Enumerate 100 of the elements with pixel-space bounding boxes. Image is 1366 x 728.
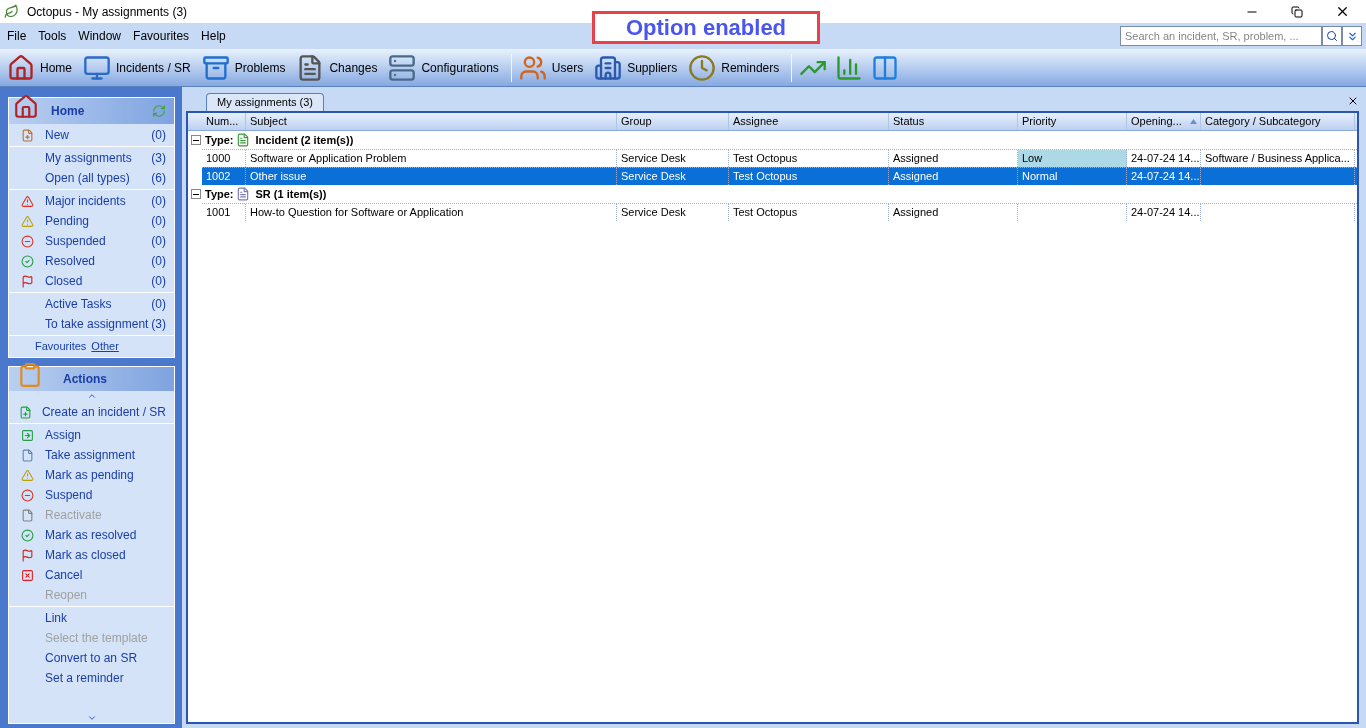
table-row[interactable]: 1002 Other issue Service Desk Test Octopus Assigned Normal 24-07-24 14... [202,167,1357,185]
column-header[interactable]: Num... [202,113,246,130]
sidebar-item[interactable]: Major incidents (0) [9,191,174,211]
table-cell-text: 24-07-24 14... [1131,205,1200,221]
document-tab[interactable]: My assignments (3) [206,93,324,111]
table-cell-text: Normal [1022,169,1058,185]
sidebar-item[interactable]: Suspended (0) [9,231,174,251]
panel-title: Actions [63,371,107,388]
sidebar-item[interactable]: Open (all types) (6) [9,168,174,188]
menu-item[interactable]: Window [75,27,125,45]
table-cell-text: 1000 [206,151,231,167]
column-header[interactable]: Opening... [1127,113,1201,130]
table-cell-text: How-to Question for Software or Application [250,205,464,221]
sidebar-item[interactable]: Create an incident / SR [9,402,174,422]
table-cell-text: Software or Application Problem [250,151,407,167]
toolbar-button[interactable]: Reminders [685,50,786,85]
group-name: SR (1 item(s)) [255,186,327,202]
home-icon [7,53,35,82]
check-icon [20,528,34,542]
clipboard-icon [17,362,43,388]
collapse-toggle[interactable] [191,135,201,145]
clock-icon [688,53,717,82]
toolbar-button[interactable]: Home [4,50,78,85]
sidebar-item[interactable]: Mark as resolved [9,525,174,545]
column-header[interactable]: Subject [246,113,617,130]
sidebar-item[interactable]: Link [9,608,174,628]
column-header[interactable]: Priority [1018,113,1127,130]
sidebar-item[interactable]: Mark as closed [9,545,174,565]
document-icon [235,133,250,147]
toolbar-button[interactable]: Changes [293,50,384,85]
collapse-toggle[interactable] [191,189,201,199]
column-header[interactable]: Status [889,113,1018,130]
expand-button[interactable] [1342,26,1362,46]
sidebar-item[interactable]: To take assignment (3) [9,314,174,334]
sidebar-item[interactable]: New (0) [9,125,174,145]
menu-item[interactable]: File [4,27,30,45]
sort-arrow-icon [1189,119,1197,124]
sidebar-item[interactable]: Cancel [9,565,174,585]
server-icon [388,53,417,82]
favourites-label: Favourites [35,339,87,355]
table-cell-text: 24-07-24 14... [1131,169,1200,185]
table-cell-text: 1001 [206,205,231,221]
sidebar-item[interactable]: Set a reminder [9,668,174,688]
close-icon[interactable] [1347,95,1359,107]
close-icon[interactable] [1335,4,1350,19]
toolbar-button[interactable]: Configurations [385,50,505,85]
window-title: Octopus - My assignments (3) [27,3,188,21]
column-header[interactable]: Assignee [729,113,889,130]
users-icon [518,53,547,82]
sidebar-item[interactable]: Resolved (0) [9,251,174,271]
table-cell-text: Test Octopus [733,151,798,167]
sidebar-item[interactable]: Mark as pending [9,465,174,485]
flag-icon [20,548,34,562]
sidebar-item[interactable]: Closed (0) [9,271,174,291]
toolbar-button[interactable]: Problems [198,50,292,85]
table-cell-text: Service Desk [621,151,686,167]
column-header[interactable]: Group [617,113,729,130]
building-icon [594,53,623,82]
sidebar-item[interactable]: Active Tasks (0) [9,294,174,314]
menu-item[interactable]: Tools [35,27,70,45]
sidebar-item[interactable]: My assignments (3) [9,148,174,168]
table-cell-text: Other issue [250,169,307,185]
toolbar-button[interactable]: Incidents / SR [80,50,197,85]
table-cell-text: Low [1022,151,1043,167]
menu-item[interactable]: Favourites [130,27,193,45]
toolbar-button[interactable]: Users [515,50,590,85]
table-row[interactable]: 1001 How-to Question for Software or Application Service Desk Test Octopus Assigned 24-07-24 14... [202,203,1357,221]
table-cell-text: 24-07-24 14... [1131,151,1200,167]
search-button[interactable] [1322,26,1342,46]
sidebar-item[interactable]: Take assignment [9,445,174,465]
table-cell-text: Test Octopus [733,169,798,185]
group-type-label: Type: [205,132,234,148]
table-cell-text: Service Desk [621,205,686,221]
stop-icon [20,234,34,248]
annotation-callout: Option enabled [592,11,820,44]
search-field[interactable]: Search an incident, SR, problem, ... [1120,26,1322,46]
panel-title: Home [51,103,86,120]
menu-item[interactable]: Help [198,27,229,45]
check-icon [20,254,34,268]
scroll-up-icon[interactable] [86,391,97,401]
restore-icon[interactable] [1291,5,1303,18]
app-logo-icon [4,4,19,19]
table-cell-text: Software / Business Applica... [1205,151,1350,167]
column-header[interactable]: Category / Subcategory [1201,113,1355,130]
table-cell-text: Assigned [893,151,939,167]
columns-icon [871,53,900,82]
table-cell-text: Service Desk [621,169,686,185]
document-icon [20,448,34,462]
scroll-down-icon[interactable] [86,713,97,723]
other-link[interactable]: Other [91,338,119,355]
toolbar-button[interactable]: Suppliers [591,50,684,85]
cancel-icon [20,568,34,582]
stop-icon [20,488,34,502]
sidebar-item[interactable]: Suspend [9,485,174,505]
sidebar-item[interactable]: Assign [9,425,174,445]
table-cell-text: 1002 [206,169,231,185]
group-name: Incident (2 item(s)) [255,132,354,148]
sidebar-item[interactable]: Convert to an SR [9,648,174,668]
table-cell-text: Assigned [893,205,939,221]
sidebar-item[interactable]: Pending (0) [9,211,174,231]
